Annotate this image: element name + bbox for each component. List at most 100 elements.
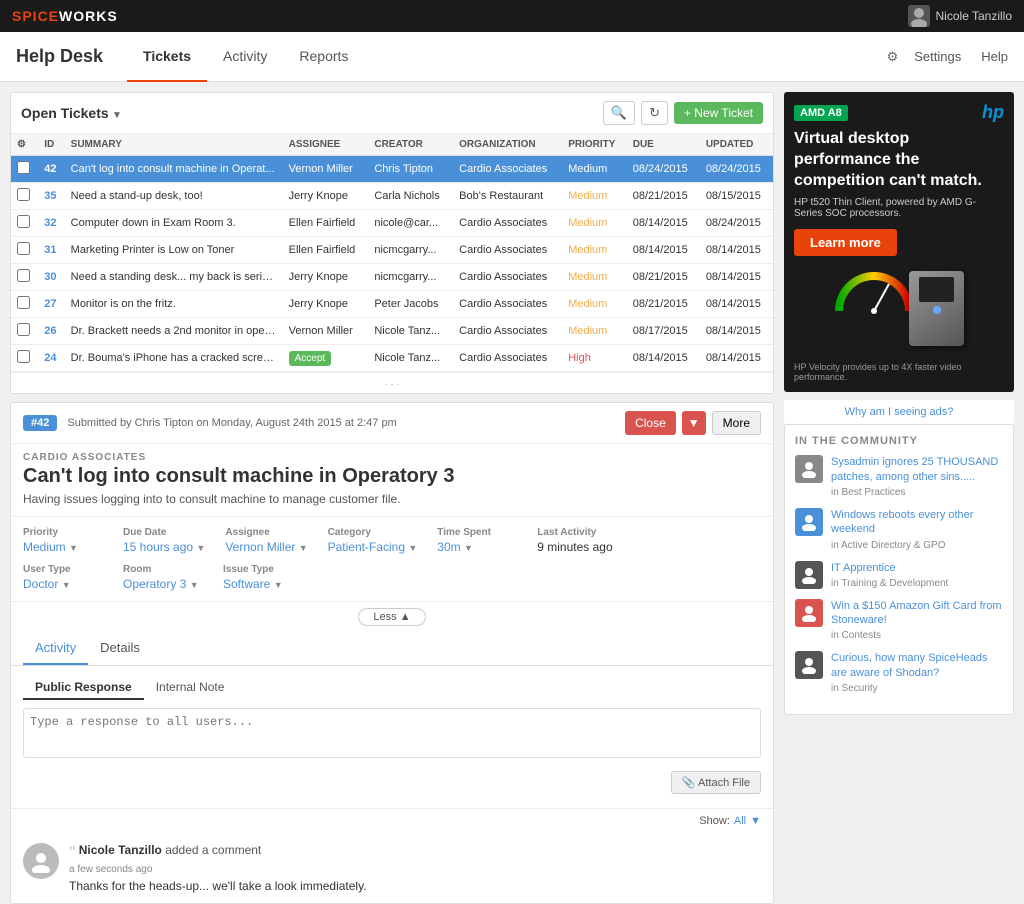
updated-cell: 08/24/2015 xyxy=(700,210,773,237)
row-checkbox[interactable] xyxy=(17,296,30,309)
community-link[interactable]: Win a $150 Amazon Gift Card from Stonewa… xyxy=(831,599,1003,628)
community-link[interactable]: IT Apprentice xyxy=(831,561,948,575)
room-value[interactable]: Operatory 3 ▼ xyxy=(123,577,203,591)
less-toggle: Less ▲ xyxy=(11,601,773,632)
tab-tickets[interactable]: Tickets xyxy=(127,32,207,82)
learn-more-row: Learn more xyxy=(794,225,1004,260)
attach-file-button[interactable]: 📎 Attach File xyxy=(671,771,761,794)
category-value[interactable]: Patient-Facing ▼ xyxy=(328,540,418,554)
submitted-info: Submitted by Chris Tipton on Monday, Aug… xyxy=(67,417,396,429)
assignee-cell: Jerry Knope xyxy=(283,291,369,318)
assignee-cell: Vernon Miller xyxy=(283,318,369,345)
checkbox-cell xyxy=(11,183,38,210)
community-item: IT Apprentice in Training & Development xyxy=(795,561,1003,589)
show-label: Show: xyxy=(699,815,730,827)
tab-activity-detail[interactable]: Activity xyxy=(23,632,88,665)
logo-spice: SPICE xyxy=(12,8,59,24)
due-value[interactable]: 15 hours ago ▼ xyxy=(123,540,205,554)
meta-section-2: User Type Doctor ▼ Room Operatory 3 ▼ Is… xyxy=(11,564,773,601)
close-dropdown-button[interactable]: ▼ xyxy=(682,411,706,435)
priority-value[interactable]: Medium ▼ xyxy=(23,540,103,554)
internal-note-tab[interactable]: Internal Note xyxy=(144,676,237,700)
table-row[interactable]: 24 Dr. Bouma's iPhone has a cracked scre… xyxy=(11,345,773,372)
priority-label: Priority xyxy=(23,527,103,538)
table-row[interactable]: 35 Need a stand-up desk, too! Jerry Knop… xyxy=(11,183,773,210)
row-checkbox[interactable] xyxy=(17,323,30,336)
priority-cell: High xyxy=(562,345,627,372)
community-icon xyxy=(795,508,823,536)
open-tickets-dropdown[interactable]: Open Tickets ▼ xyxy=(21,105,122,121)
content-area: Open Tickets ▼ 🔍 ↻ + New Ticket ⚙ ID SUM… xyxy=(10,92,774,777)
table-row[interactable]: 32 Computer down in Exam Room 3. Ellen F… xyxy=(11,210,773,237)
community-text: Win a $150 Amazon Gift Card from Stonewa… xyxy=(831,599,1003,642)
row-checkbox[interactable] xyxy=(17,269,30,282)
ad-headline: Virtual desktop performance the competit… xyxy=(794,129,1004,191)
show-filter-row: Show: All ▼ xyxy=(11,809,773,833)
community-link[interactable]: Windows reboots every other weekend xyxy=(831,508,1003,537)
navbar-left: Help Desk Tickets Activity Reports xyxy=(16,32,364,82)
ticket-badge: #42 xyxy=(23,415,57,431)
due-cell: 08/24/2015 xyxy=(627,156,700,183)
close-button[interactable]: Close xyxy=(625,411,676,435)
time-value[interactable]: 30m ▼ xyxy=(437,540,517,554)
table-row[interactable]: 42 Can't log into consult machine in Ope… xyxy=(11,156,773,183)
assignee-cell: Ellen Fairfield xyxy=(283,210,369,237)
refresh-button[interactable]: ↻ xyxy=(641,101,668,125)
tab-reports[interactable]: Reports xyxy=(283,32,364,82)
less-button[interactable]: Less ▲ xyxy=(358,608,425,626)
navbar: Help Desk Tickets Activity Reports ⚙ Set… xyxy=(0,32,1024,82)
navbar-right: ⚙ Settings Help xyxy=(887,49,1008,65)
updated-cell: 08/14/2015 xyxy=(700,264,773,291)
show-filter-link[interactable]: All xyxy=(734,815,746,827)
public-response-tab[interactable]: Public Response xyxy=(23,676,144,700)
row-checkbox[interactable] xyxy=(17,188,30,201)
community-link[interactable]: Curious, how many SpiceHeads are aware o… xyxy=(831,651,1003,680)
why-ads-link[interactable]: Why am I seeing ads? xyxy=(784,400,1014,424)
comment-action: added a comment xyxy=(165,843,261,857)
response-textarea[interactable] xyxy=(23,708,761,758)
avatar-col xyxy=(23,843,59,879)
tab-activity[interactable]: Activity xyxy=(207,32,283,82)
row-checkbox[interactable] xyxy=(17,242,30,255)
category-label: Category xyxy=(328,527,418,538)
device-led xyxy=(933,306,941,314)
user-type-value[interactable]: Doctor ▼ xyxy=(23,577,103,591)
updated-cell: 08/14/2015 xyxy=(700,237,773,264)
nav-tabs: Tickets Activity Reports xyxy=(127,32,364,82)
checkbox-cell xyxy=(11,237,38,264)
community-link[interactable]: Sysadmin ignores 25 THOUSAND patches, am… xyxy=(831,455,1003,484)
ticket-list-panel: Open Tickets ▼ 🔍 ↻ + New Ticket ⚙ ID SUM… xyxy=(10,92,774,394)
table-row[interactable]: 26 Dr. Brackett needs a 2nd monitor in o… xyxy=(11,318,773,345)
community-icon xyxy=(795,561,823,589)
checkbox-cell xyxy=(11,210,38,237)
response-tabs: Public Response Internal Note xyxy=(23,676,761,700)
table-row[interactable]: 30 Need a standing desk... my back is se… xyxy=(11,264,773,291)
new-ticket-button[interactable]: + New Ticket xyxy=(674,102,763,124)
issue-type-value[interactable]: Software ▼ xyxy=(223,577,303,591)
row-checkbox[interactable] xyxy=(17,215,30,228)
table-row[interactable]: 31 Marketing Printer is Low on Toner Ell… xyxy=(11,237,773,264)
assignee-cell: Accept xyxy=(283,345,369,372)
id-cell: 24 xyxy=(38,345,64,372)
help-link[interactable]: Help xyxy=(981,49,1008,64)
settings-link[interactable]: Settings xyxy=(914,49,961,64)
row-checkbox[interactable] xyxy=(17,161,30,174)
due-cell: 08/14/2015 xyxy=(627,237,700,264)
community-title: IN THE COMMUNITY xyxy=(795,435,1003,447)
learn-more-button[interactable]: Learn more xyxy=(794,229,897,256)
id-cell: 30 xyxy=(38,264,64,291)
assignee-value[interactable]: Vernon Miller ▼ xyxy=(225,540,307,554)
row-checkbox[interactable] xyxy=(17,350,30,363)
tab-details[interactable]: Details xyxy=(88,632,152,665)
accept-button[interactable]: Accept xyxy=(289,351,332,366)
table-row[interactable]: 27 Monitor is on the fritz. Jerry Knope … xyxy=(11,291,773,318)
due-cell: 08/21/2015 xyxy=(627,291,700,318)
id-cell: 31 xyxy=(38,237,64,264)
community-item: Win a $150 Amazon Gift Card from Stonewa… xyxy=(795,599,1003,642)
more-button[interactable]: More xyxy=(712,411,761,435)
search-button[interactable]: 🔍 xyxy=(603,101,635,125)
org-cell: Bob's Restaurant xyxy=(453,183,562,210)
user-info: Nicole Tanzillo xyxy=(908,5,1012,27)
ticket-table: ⚙ ID SUMMARY ASSIGNEE CREATOR ORGANIZATI… xyxy=(11,134,773,372)
community-text: IT Apprentice in Training & Development xyxy=(831,561,948,589)
